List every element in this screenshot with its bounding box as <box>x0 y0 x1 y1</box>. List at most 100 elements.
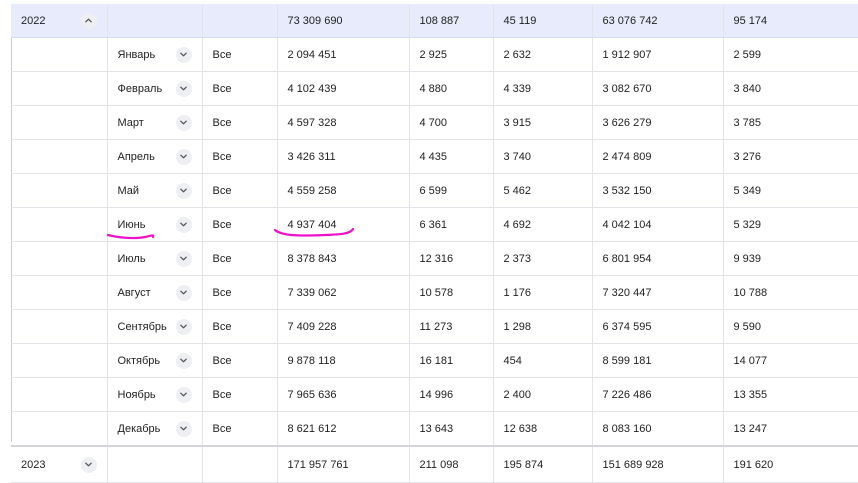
table-row: Октябрь Все 9 878 118 16 181 454 8 599 181 14 … <box>11 343 858 378</box>
value-cell: 73 309 690 <box>277 4 410 38</box>
month-label: Декабрь <box>117 422 161 435</box>
chevron-down-icon[interactable] <box>175 284 192 301</box>
value-cell: 195 874 <box>493 445 593 483</box>
value-cell: 14 077 <box>723 343 858 378</box>
month-label: Сентябрь <box>117 320 167 333</box>
table-row: Август Все 7 339 062 10 578 1 176 7 320 447 10… <box>11 275 858 310</box>
month-cell: Май <box>107 173 203 208</box>
value-cell: 191 620 <box>723 445 858 483</box>
year-cell-empty <box>11 173 108 208</box>
month-label: Август <box>117 286 151 299</box>
value-cell: 8 599 181 <box>592 343 724 378</box>
value-cell: 9 939 <box>723 241 858 276</box>
table-row: Апрель Все 3 426 311 4 435 3 740 2 474 809 3 2… <box>11 139 858 174</box>
value-cell: 6 361 <box>409 207 494 242</box>
table-row-year-2023: 2023 171 957 761 211 098 195 874 151 689… <box>11 445 858 483</box>
value-cell: 3 532 150 <box>592 173 724 208</box>
value-cell: 2 094 451 <box>277 37 410 72</box>
chevron-down-icon[interactable] <box>175 182 192 199</box>
month-cell: Апрель <box>107 139 203 174</box>
month-cell-empty <box>107 445 203 483</box>
value-cell: 108 887 <box>409 4 494 38</box>
value-cell: 14 996 <box>409 377 494 412</box>
value-cell: 16 181 <box>409 343 494 378</box>
month-cell: Март <box>107 105 203 140</box>
chevron-down-icon[interactable] <box>175 420 192 437</box>
table-row: Март Все 4 597 328 4 700 3 915 3 626 279 3 785 <box>11 105 858 140</box>
month-label: Март <box>117 116 144 129</box>
value-cell: 4 937 404 <box>277 207 410 242</box>
filter-cell[interactable]: Все <box>202 241 278 276</box>
month-label: Май <box>117 184 140 197</box>
value-cell: 13 355 <box>723 377 858 412</box>
month-cell-empty <box>107 4 203 38</box>
month-label: Октябрь <box>117 354 161 367</box>
value-cell: 3 740 <box>493 139 593 174</box>
table-row: Ноябрь Все 7 965 636 14 996 2 400 7 226 486 13… <box>11 377 858 412</box>
chevron-down-icon[interactable] <box>175 250 192 267</box>
value-cell: 10 578 <box>409 275 494 310</box>
data-grid: 2022 73 309 690 108 887 45 119 63 076 74… <box>11 4 858 483</box>
value-cell: 4 700 <box>409 105 494 140</box>
month-cell: Октябрь <box>107 343 203 378</box>
month-cell: Июнь <box>107 207 203 242</box>
year-cell-empty <box>11 105 108 140</box>
month-label: Апрель <box>117 150 155 163</box>
chevron-down-icon[interactable] <box>175 148 192 165</box>
chevron-down-icon[interactable] <box>175 114 192 131</box>
value-cell: 3 082 670 <box>592 71 724 106</box>
year-label: 2022 <box>21 14 46 27</box>
value-cell: 171 957 761 <box>277 445 410 483</box>
filter-cell[interactable]: Все <box>202 71 278 106</box>
filter-cell[interactable]: Все <box>202 377 278 412</box>
value-cell: 63 076 742 <box>592 4 724 38</box>
value-cell: 5 349 <box>723 173 858 208</box>
year-cell-empty <box>11 275 108 310</box>
chevron-down-icon[interactable] <box>175 80 192 97</box>
filter-cell[interactable]: Все <box>202 105 278 140</box>
filter-cell[interactable]: Все <box>202 411 278 447</box>
value-cell: 2 599 <box>723 37 858 72</box>
table-row: Май Все 4 559 258 6 599 5 462 3 532 150 5 349 <box>11 173 858 208</box>
filter-cell[interactable]: Все <box>202 309 278 344</box>
table-row: Сентябрь Все 7 409 228 11 273 1 298 6 374 595… <box>11 309 858 344</box>
value-cell: 454 <box>493 343 593 378</box>
chevron-down-icon[interactable] <box>175 352 192 369</box>
chevron-down-icon[interactable] <box>175 216 192 233</box>
chevron-down-icon[interactable] <box>175 386 192 403</box>
value-cell: 7 226 486 <box>592 377 724 412</box>
value-cell: 1 176 <box>493 275 593 310</box>
value-cell: 3 840 <box>723 71 858 106</box>
month-cell: Декабрь <box>107 411 203 447</box>
value-cell: 7 320 447 <box>592 275 724 310</box>
chevron-down-icon[interactable] <box>175 318 192 335</box>
value-cell: 45 119 <box>493 4 593 38</box>
chevron-up-icon[interactable] <box>80 12 97 29</box>
year-cell-empty <box>11 241 108 276</box>
value-cell: 211 098 <box>409 445 494 483</box>
value-cell: 11 273 <box>409 309 494 344</box>
filter-cell[interactable]: Все <box>202 207 278 242</box>
year-cell-empty <box>11 207 108 242</box>
year-cell-empty <box>11 343 108 378</box>
value-cell: 6 599 <box>409 173 494 208</box>
year-cell-empty <box>11 411 108 447</box>
chevron-down-icon[interactable] <box>175 46 192 63</box>
filter-cell[interactable]: Все <box>202 139 278 174</box>
value-cell: 1 912 907 <box>592 37 724 72</box>
chevron-down-icon[interactable] <box>80 456 97 473</box>
value-cell: 4 880 <box>409 71 494 106</box>
filter-cell[interactable]: Все <box>202 343 278 378</box>
filter-cell[interactable]: Все <box>202 275 278 310</box>
month-label: Июль <box>117 252 146 265</box>
value-cell: 12 316 <box>409 241 494 276</box>
value-cell: 8 083 160 <box>592 411 724 447</box>
value-cell: 7 409 228 <box>277 309 410 344</box>
table-row: Январь Все 2 094 451 2 925 2 632 1 912 907 2 5… <box>11 37 858 72</box>
value-cell: 8 378 843 <box>277 241 410 276</box>
filter-cell[interactable]: Все <box>202 37 278 72</box>
table-row: Февраль Все 4 102 439 4 880 4 339 3 082 670 3 … <box>11 71 858 106</box>
month-cell: Январь <box>107 37 203 72</box>
value-cell: 3 785 <box>723 105 858 140</box>
filter-cell[interactable]: Все <box>202 173 278 208</box>
